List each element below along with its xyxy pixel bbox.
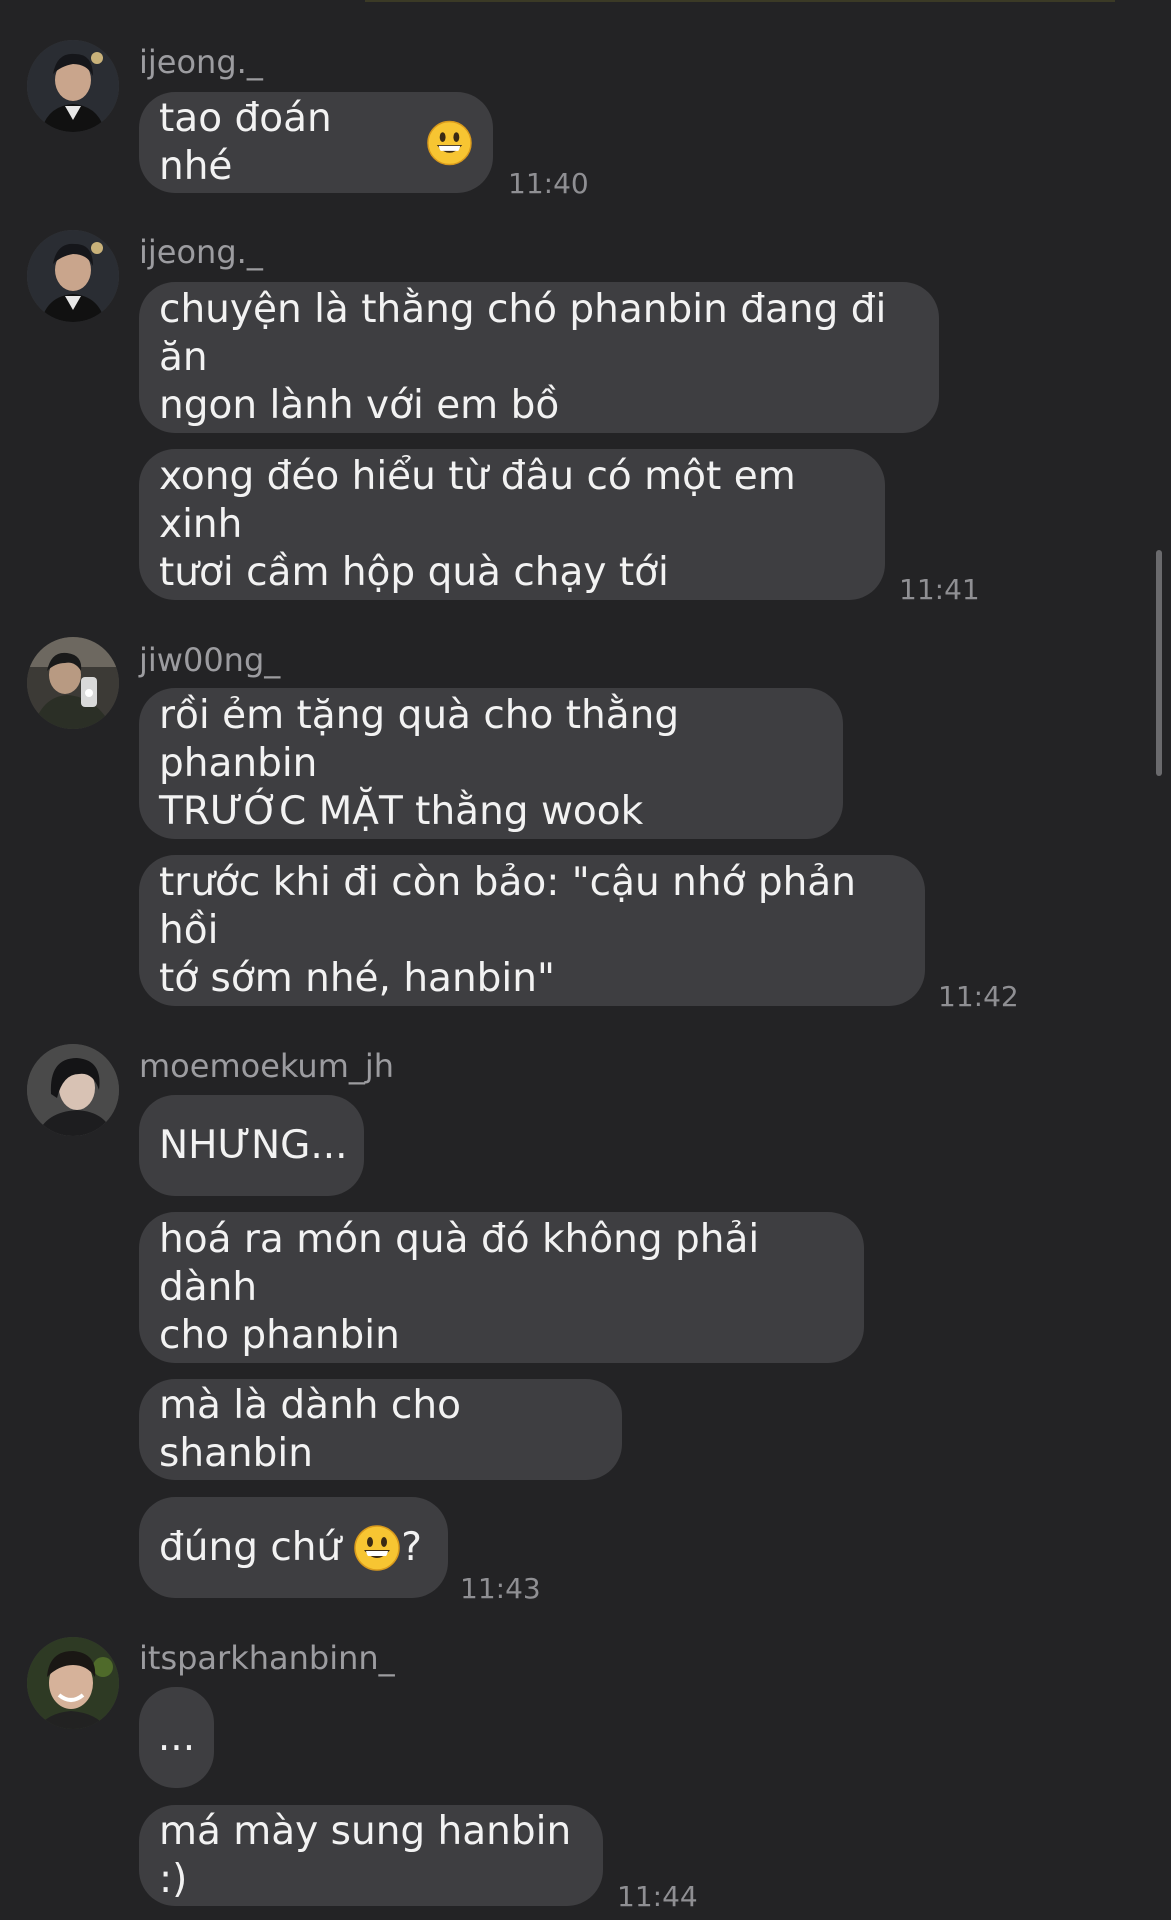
message-text: hoá ra món quà đó không phải dành cho ph… [159,1216,760,1358]
message-text: ? [401,1524,422,1570]
timestamp: 11:44 [617,1880,698,1913]
message-bubble[interactable]: trước khi đi còn bảo: "cậu nhớ phản hồi … [139,855,925,1006]
avatar-jiw00ng[interactable] [27,637,119,729]
username[interactable]: ijeong._ [139,42,263,82]
message-bubble[interactable]: má mày sung hanbin :) [139,1805,603,1906]
avatar-itsparkhanbinn[interactable] [27,1637,119,1729]
message-text: má mày sung hanbin :) [159,1808,572,1902]
message-bubble[interactable]: đúng chứ ? [139,1497,448,1598]
avatar-ijeong[interactable] [27,40,119,132]
scrollbar[interactable] [1156,550,1162,776]
message-bubble[interactable]: ... [139,1687,214,1788]
avatar-moemoekum[interactable] [27,1044,119,1136]
message-text: chuyện là thằng chó phanbin đang đi ăn n… [159,286,887,428]
message-text: tao đoán nhé [159,95,332,189]
username[interactable]: ijeong._ [139,232,263,272]
message-text: đúng chứ [159,1524,342,1570]
timestamp: 11:41 [899,573,980,606]
message-bubble[interactable]: rồi ẻm tặng quà cho thằng phanbin TRƯỚC … [139,688,843,839]
message-text: NHƯNG... [159,1122,348,1168]
message-bubble[interactable]: hoá ra món quà đó không phải dành cho ph… [139,1212,864,1363]
timestamp: 11:40 [508,167,589,200]
username[interactable]: itsparkhanbinn_ [139,1638,395,1678]
message-text: trước khi đi còn bảo: "cậu nhớ phản hồi … [159,859,856,1001]
message-text: mà là dành cho shanbin [159,1382,461,1476]
message-text: ... [157,1714,196,1760]
message-bubble[interactable]: NHƯNG... [139,1095,364,1196]
message-bubble[interactable]: chuyện là thằng chó phanbin đang đi ăn n… [139,282,939,433]
grinning-face-emoji [427,120,472,165]
message-bubble[interactable]: xong đéo hiểu từ đâu có một em xinh tươi… [139,449,885,600]
grinning-face-emoji [354,1524,400,1571]
timestamp: 11:42 [938,980,1019,1013]
message-text: rồi ẻm tặng quà cho thằng phanbin TRƯỚC … [159,692,680,834]
username[interactable]: moemoekum_jh [139,1046,394,1086]
avatar-ijeong[interactable] [27,230,119,322]
message-bubble[interactable]: mà là dành cho shanbin [139,1379,622,1480]
chat-thread: ijeong._ tao đoán nhé 11:40 ijeong._ chu… [0,0,1171,1920]
timestamp: 11:43 [460,1572,541,1605]
message-text: xong đéo hiểu từ đâu có một em xinh tươi… [159,453,796,595]
message-bubble[interactable]: tao đoán nhé [139,92,493,193]
top-divider [365,0,1115,2]
username[interactable]: jiw00ng_ [139,640,280,680]
